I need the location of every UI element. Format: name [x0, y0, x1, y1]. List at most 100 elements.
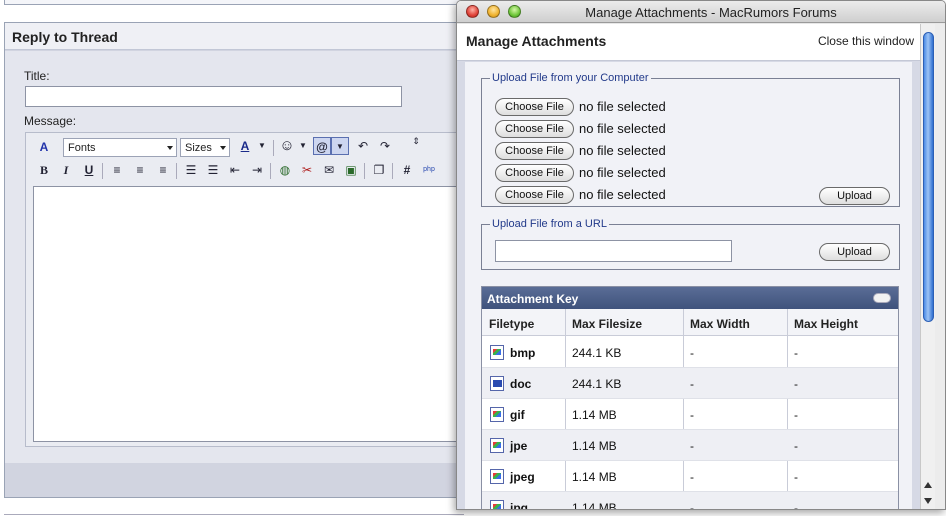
no-file-label: no file selected	[579, 99, 666, 114]
window-content: Manage Attachments Close this window Upl…	[457, 24, 920, 510]
indent-icon[interactable]: ⇥	[248, 161, 266, 179]
chevron-down-icon[interactable]: ▼	[294, 137, 312, 155]
insert-link-icon[interactable]: ◍	[276, 161, 294, 179]
table-row: bmp 244.1 KB - -	[482, 337, 898, 368]
filesize-cell: 244.1 KB	[572, 377, 622, 391]
choose-file-button[interactable]: Choose File	[495, 120, 574, 138]
table-row: jpe 1.14 MB - -	[482, 430, 898, 461]
manage-attachments-header: Manage Attachments Close this window	[457, 24, 920, 61]
attachment-key-table: Attachment Key Filetype Max Filesize Max…	[481, 286, 899, 510]
font-select[interactable]: Fonts	[63, 138, 177, 157]
insert-email-icon[interactable]: ✉	[320, 161, 338, 179]
choose-file-button[interactable]: Choose File	[495, 164, 574, 182]
height-cell: -	[794, 501, 798, 510]
quote-icon[interactable]: ❐	[370, 161, 388, 179]
column-header-max-filesize: Max Filesize	[572, 317, 643, 331]
width-cell: -	[690, 408, 694, 422]
width-cell: -	[690, 501, 694, 510]
upload-button[interactable]: Upload	[819, 187, 890, 205]
image-file-icon	[490, 345, 504, 360]
no-file-label: no file selected	[579, 165, 666, 180]
chevron-down-icon	[220, 146, 226, 150]
upload-computer-fieldset: Upload File from your Computer Choose Fi…	[481, 72, 900, 207]
outdent-icon[interactable]: ⇤	[226, 161, 244, 179]
close-window-link[interactable]: Close this window	[818, 34, 914, 48]
filesize-cell: 1.14 MB	[572, 439, 617, 453]
image-file-icon	[490, 438, 504, 453]
choose-file-button[interactable]: Choose File	[495, 98, 574, 116]
height-cell: -	[794, 377, 798, 391]
choose-file-button[interactable]: Choose File	[495, 142, 574, 160]
image-file-icon	[490, 500, 504, 509]
size-select-value: Sizes	[185, 142, 212, 154]
scrollbar-thumb[interactable]	[923, 32, 934, 322]
ordered-list-icon[interactable]: ☰	[182, 161, 200, 179]
filesize-cell: 1.14 MB	[572, 501, 617, 510]
column-header-max-height: Max Height	[794, 317, 859, 331]
unordered-list-icon[interactable]: ☰	[204, 161, 222, 179]
italic-icon[interactable]: I	[57, 161, 75, 179]
filetype-cell: jpeg	[510, 470, 535, 484]
collapse-icon[interactable]	[873, 293, 891, 303]
message-textarea[interactable]	[33, 186, 473, 442]
chevron-down-icon[interactable]: ▼	[253, 137, 271, 155]
insert-image-icon[interactable]: ▣	[342, 161, 360, 179]
php-code-icon[interactable]: php	[420, 161, 438, 179]
redo-icon[interactable]: ↷	[376, 137, 394, 155]
filetype-cell: gif	[510, 408, 525, 422]
attachment-icon[interactable]: @	[313, 137, 331, 155]
filetype-cell: jpe	[510, 439, 528, 453]
window-edge	[935, 24, 945, 509]
text-color-icon[interactable]: A	[236, 137, 254, 155]
height-cell: -	[794, 346, 798, 360]
size-select[interactable]: Sizes	[180, 138, 230, 157]
column-header-max-width: Max Width	[690, 317, 750, 331]
filetype-cell: doc	[510, 377, 532, 391]
table-row: jpg 1.14 MB - -	[482, 492, 898, 510]
undo-icon[interactable]: ↶	[354, 137, 372, 155]
underline-icon[interactable]: U	[80, 161, 98, 179]
filesize-cell: 244.1 KB	[572, 346, 622, 360]
upload-computer-legend: Upload File from your Computer	[492, 72, 649, 84]
toolbar-divider	[392, 163, 393, 179]
message-label: Message:	[24, 114, 77, 128]
no-file-label: no file selected	[579, 187, 666, 202]
chevron-down-icon[interactable]: ▼	[331, 137, 349, 155]
remove-link-icon[interactable]: ✂	[298, 161, 316, 179]
resize-icon[interactable]: ⇕	[407, 137, 425, 155]
width-cell: -	[690, 346, 694, 360]
chevron-down-icon	[167, 146, 173, 150]
previous-panel-edge	[4, 0, 464, 5]
reply-header: Reply to Thread	[5, 23, 473, 50]
title-input[interactable]	[25, 86, 402, 107]
message-editor: A Fonts Sizes A ▼ ☺ ▼ @ ▼ ↶ ↷ ⇕ B I U ≡ …	[25, 132, 485, 447]
align-right-icon[interactable]: ≡	[154, 161, 172, 179]
url-upload-button[interactable]: Upload	[819, 243, 890, 261]
remove-format-icon[interactable]: A	[35, 138, 53, 156]
scroll-up-icon[interactable]	[924, 482, 932, 488]
width-cell: -	[690, 377, 694, 391]
toolbar-divider	[364, 163, 365, 179]
toolbar-divider	[176, 163, 177, 179]
filesize-cell: 1.14 MB	[572, 470, 617, 484]
url-input[interactable]	[495, 240, 732, 262]
code-hash-icon[interactable]: #	[398, 161, 416, 179]
word-document-icon	[490, 376, 504, 391]
image-file-icon	[490, 469, 504, 484]
font-select-value: Fonts	[68, 142, 96, 154]
toolbar-divider	[102, 163, 103, 179]
table-row: gif 1.14 MB - -	[482, 399, 898, 430]
align-center-icon[interactable]: ≡	[131, 161, 149, 179]
choose-file-button[interactable]: Choose File	[495, 186, 574, 204]
height-cell: -	[794, 408, 798, 422]
scroll-down-icon[interactable]	[924, 498, 932, 504]
vertical-scrollbar[interactable]	[920, 24, 935, 509]
manage-attachments-window: Manage Attachments - MacRumors Forums Ma…	[456, 0, 946, 510]
attachment-key-header: Attachment Key	[482, 287, 898, 309]
toolbar-divider	[270, 163, 271, 179]
table-header-row: Filetype Max Filesize Max Width Max Heig…	[482, 309, 898, 336]
align-left-icon[interactable]: ≡	[108, 161, 126, 179]
bold-icon[interactable]: B	[35, 161, 53, 179]
upload-url-fieldset: Upload File from a URL Upload	[481, 218, 900, 270]
window-titlebar[interactable]: Manage Attachments - MacRumors Forums	[457, 1, 945, 23]
